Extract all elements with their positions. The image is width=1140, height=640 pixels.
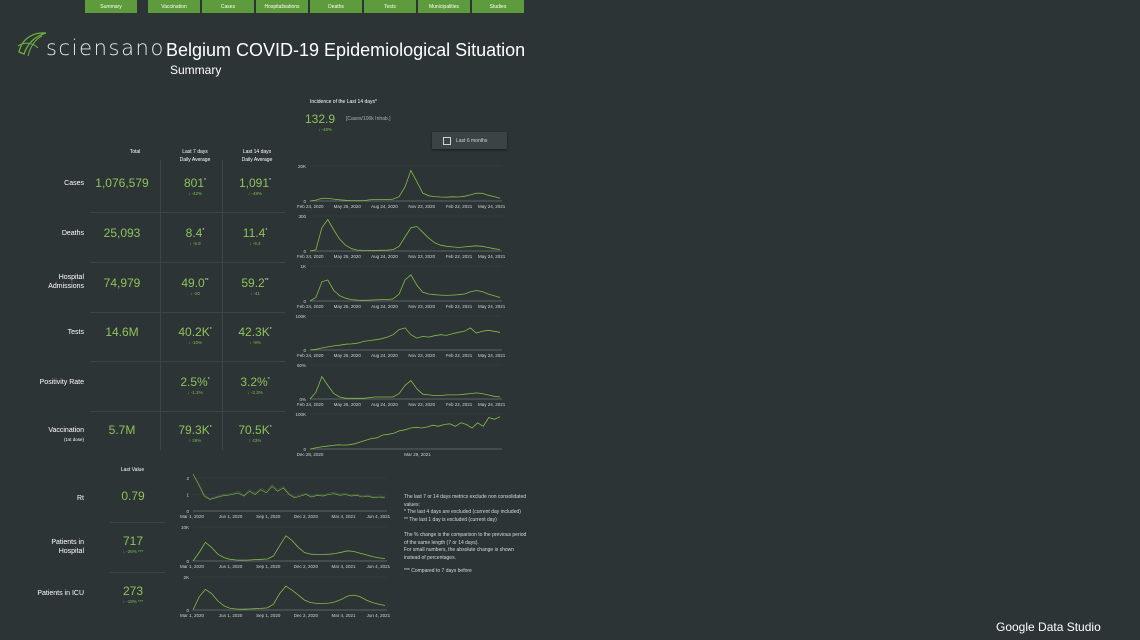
- series-line: [309, 327, 501, 351]
- x-tick-label: Jun 4, 2021: [367, 514, 391, 519]
- note-exclusion: The last 7 or 14 days metrics exclude no…: [404, 494, 527, 508]
- x-tick-label: Aug 24, 2020: [371, 353, 398, 358]
- series-line: [192, 585, 386, 611]
- x-tick-label: May 25, 2020: [334, 254, 362, 259]
- lower-row-change: ↓ -26% ***: [122, 549, 144, 554]
- chart-tests: 100K0Feb 24, 2020 May 25, 2020 Aug 24, 202…: [295, 314, 505, 358]
- row-divider: [110, 572, 165, 573]
- y-tick-label: 1: [186, 493, 189, 498]
- x-tick-label: Feb 24, 2020: [297, 304, 324, 309]
- series-line: [309, 169, 501, 202]
- y-tick-label: 100K: [295, 412, 306, 417]
- x-tick-label: Sep 1, 2020: [256, 564, 281, 569]
- note-small-numbers: For small numbers, the absolute change i…: [404, 547, 515, 561]
- lower-row-label: Rt: [77, 495, 84, 502]
- x-tick-label: Sep 1, 2020: [256, 514, 281, 519]
- x-tick-label: Dec 2, 2020: [294, 613, 319, 618]
- x-tick-label: Nov 23, 2020: [408, 353, 435, 358]
- charts-layer: 20K0Feb 24, 2020 May 25, 2020 Aug 24, 2020…: [180, 164, 506, 618]
- lower-row-label: Patients in Hospital: [51, 539, 84, 556]
- x-tick-label: May 25, 2020: [334, 402, 362, 407]
- x-tick-label: Feb 22, 2021: [446, 204, 473, 209]
- x-tick-label: Feb 22, 2021: [446, 402, 473, 407]
- header-last-value: Last Value: [120, 467, 145, 473]
- y-tick-label: 1K: [300, 264, 306, 269]
- x-tick-label: Feb 24, 2020: [297, 353, 324, 358]
- x-tick-label: Feb 24, 2020: [297, 402, 324, 407]
- x-tick-label: May 24, 2021: [478, 254, 506, 259]
- y-tick-label: 300: [298, 214, 306, 219]
- x-tick-label: Feb 22, 2021: [446, 304, 473, 309]
- lower-row-label: Patients in ICU: [37, 590, 84, 597]
- note-4days: * The last 4 days are excluded (current …: [404, 509, 521, 515]
- lower-row-value: 0.79: [121, 489, 145, 503]
- chart-deaths: 3000Feb 24, 2020 May 25, 2020 Aug 24, 2020…: [297, 214, 506, 259]
- x-tick-label: Nov 23, 2020: [408, 204, 435, 209]
- chart-rt: 210Mar 1, 2020 Jun 1, 2020 Sep 1, 2020 Dec …: [180, 473, 391, 519]
- chart-patients-in-hospital: 10K0Mar 1, 2020 Jun 1, 2020 Sep 1, 2020 Dec…: [180, 525, 391, 569]
- x-tick-label: May 25, 2020: [334, 204, 362, 209]
- chart-positivity-rate: 50%0%Feb 24, 2020 May 25, 2020 Aug 24, 202…: [297, 363, 506, 407]
- x-tick-label: Aug 24, 2020: [371, 204, 398, 209]
- x-tick-label: Jun 4, 2021: [367, 613, 391, 618]
- x-tick-label: Jun 4, 2021: [367, 564, 391, 569]
- x-tick-label: Nov 23, 2020: [408, 304, 435, 309]
- x-tick-label: Feb 24, 2020: [297, 254, 324, 259]
- x-tick-label: Jun 1, 2020: [219, 613, 243, 618]
- y-tick-label: 20K: [298, 164, 306, 169]
- lower-row-value: 273: [122, 584, 144, 598]
- x-tick-label: Mar 4, 2021: [332, 613, 357, 618]
- x-tick-label: Aug 24, 2020: [371, 254, 398, 259]
- x-tick-label: Feb 22, 2021: [446, 254, 473, 259]
- series-line: [192, 535, 386, 562]
- x-tick-label: Mar 1, 2020: [180, 514, 205, 519]
- lower-row-value: 717: [122, 534, 144, 548]
- x-tick-label: Nov 23, 2020: [408, 402, 435, 407]
- notes-block: The last 7 or 14 days metrics exclude no…: [404, 494, 529, 576]
- y-tick-label: 10K: [181, 525, 189, 530]
- row-divider: [110, 522, 165, 523]
- x-tick-label: Jun 1, 2020: [219, 564, 243, 569]
- lower-row-change: ↓ -19% ***: [122, 599, 144, 604]
- note-1day: ** The last 1 day is excluded (current d…: [404, 516, 497, 523]
- chart-cases: 20K0Feb 24, 2020 May 25, 2020 Aug 24, 2020…: [297, 164, 506, 209]
- chart-patients-in-icu: 2K0Mar 1, 2020 Jun 1, 2020 Sep 1, 2020 Dec …: [180, 575, 391, 618]
- y-tick-label: 50%: [297, 363, 306, 368]
- chart-hospital-admissions: 1K0Feb 24, 2020 May 25, 2020 Aug 24, 2020 N…: [297, 264, 506, 309]
- x-tick-label: Jun 1, 2020: [219, 514, 243, 519]
- x-tick-label: May 25, 2020: [334, 304, 362, 309]
- x-tick-label: Aug 24, 2020: [371, 304, 398, 309]
- x-tick-label: Mar 1, 2020: [180, 613, 205, 618]
- x-tick-label: Mar 29, 2021: [404, 452, 431, 457]
- series-line: [309, 416, 501, 450]
- x-tick-label: May 24, 2021: [478, 204, 506, 209]
- note-pct-change: The % change is the comparison to the pr…: [404, 532, 527, 546]
- chart-vaccination: 100K0Dec 28, 2020 Mar 29, 2021: [295, 412, 502, 457]
- x-tick-label: Mar 4, 2021: [332, 514, 357, 519]
- x-tick-label: May 24, 2021: [478, 402, 506, 407]
- x-tick-label: May 24, 2021: [478, 304, 506, 309]
- series-line: [309, 218, 501, 252]
- x-tick-label: Feb 24, 2020: [297, 204, 324, 209]
- google-data-studio-brand[interactable]: Google Data Studio: [996, 620, 1101, 634]
- x-tick-label: Dec 2, 2020: [294, 564, 319, 569]
- x-tick-label: Nov 23, 2020: [408, 254, 435, 259]
- x-tick-label: May 24, 2021: [478, 353, 506, 358]
- x-tick-label: May 25, 2020: [334, 353, 362, 358]
- x-tick-label: Mar 4, 2021: [332, 564, 357, 569]
- series-line: [309, 274, 501, 302]
- series-line: [309, 375, 501, 400]
- x-tick-label: Dec 2, 2020: [294, 514, 319, 519]
- note-7days-before: *** Compared to 7 days before: [404, 568, 472, 574]
- y-tick-label: 100K: [295, 314, 306, 319]
- x-tick-label: Feb 22, 2021: [446, 353, 473, 358]
- y-tick-label: 2K: [183, 575, 189, 580]
- x-tick-label: Dec 28, 2020: [297, 452, 324, 457]
- x-tick-label: Sep 1, 2020: [256, 613, 281, 618]
- y-tick-label: 2: [186, 476, 189, 481]
- x-tick-label: Mar 1, 2020: [180, 564, 205, 569]
- x-tick-label: Aug 24, 2020: [371, 402, 398, 407]
